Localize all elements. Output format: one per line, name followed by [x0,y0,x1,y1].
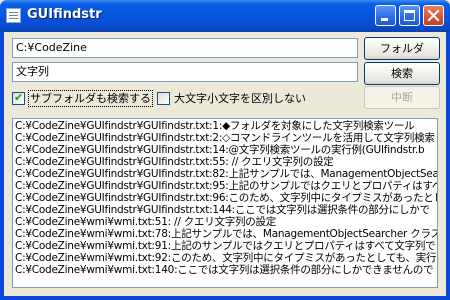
title-bar[interactable]: GUIfindstr [0,0,450,32]
case-insensitive-label[interactable]: 大文字小文字を区別しない [174,91,306,106]
result-line[interactable]: C:¥CodeZine¥GUIfindstr¥GUIfindstr.txt:2:… [15,132,435,144]
app-window: GUIfindstr C:¥CodeZine 文字列 フォルダ 検索 中断 ✔ … [0,0,450,300]
checkmark-icon: ✔ [14,91,24,104]
results-listbox[interactable]: C:¥CodeZine¥GUIfindstr¥GUIfindstr.txt:1:… [12,118,438,288]
window-title: GUIfindstr [27,7,102,22]
result-line[interactable]: C:¥CodeZine¥wmi¥wmi.txt:51: // クエリ文字列の設定 [15,216,435,228]
result-line[interactable]: C:¥CodeZine¥wmi¥wmi.txt:92:このため、文字列中にタイプ… [15,252,437,264]
results-list: C:¥CodeZine¥GUIfindstr¥GUIfindstr.txt:1:… [15,120,437,276]
result-line[interactable]: C:¥CodeZine¥GUIfindstr¥GUIfindstr.txt:82… [15,168,437,180]
result-line[interactable]: C:¥CodeZine¥wmi¥wmi.txt:140:ここでは文字列は選択条件… [15,264,435,276]
app-document-icon [6,8,21,23]
minimize-icon [381,18,388,21]
result-line[interactable]: C:¥CodeZine¥GUIfindstr¥GUIfindstr.txt:96… [15,192,437,204]
subfolder-checkbox[interactable]: ✔ [12,91,25,105]
search-button[interactable]: 検索 [364,62,440,85]
maximize-icon [404,10,415,21]
result-line[interactable]: C:¥CodeZine¥GUIfindstr¥GUIfindstr.txt:14… [15,144,435,156]
close-icon [427,9,440,22]
maximize-button[interactable] [399,5,420,26]
folder-button[interactable]: フォルダ [364,37,440,60]
minimize-button[interactable] [375,5,396,26]
stop-button[interactable]: 中断 [364,86,440,109]
result-line[interactable]: C:¥CodeZine¥wmi¥wmi.txt:78:上記サンプルでは、Mana… [15,228,437,240]
result-line[interactable]: C:¥CodeZine¥wmi¥wmi.txt:91:上記のサンプルではクエリと… [15,240,437,252]
subfolder-label[interactable]: サブフォルダも検索する [28,90,153,107]
folder-path-input[interactable]: C:¥CodeZine [12,38,358,58]
result-line[interactable]: C:¥CodeZine¥GUIfindstr¥GUIfindstr.txt:55… [15,156,435,168]
result-line[interactable]: C:¥CodeZine¥GUIfindstr¥GUIfindstr.txt:1:… [15,120,435,132]
client-area: C:¥CodeZine 文字列 フォルダ 検索 中断 ✔ サブフォルダも検索する… [4,32,446,296]
result-line[interactable]: C:¥CodeZine¥GUIfindstr¥GUIfindstr.txt:95… [15,180,437,192]
search-text-input[interactable]: 文字列 [12,62,358,82]
result-line[interactable]: C:¥CodeZine¥GUIfindstr¥GUIfindstr.txt:14… [15,204,435,216]
close-button[interactable] [423,5,444,26]
case-insensitive-checkbox[interactable] [157,92,170,105]
